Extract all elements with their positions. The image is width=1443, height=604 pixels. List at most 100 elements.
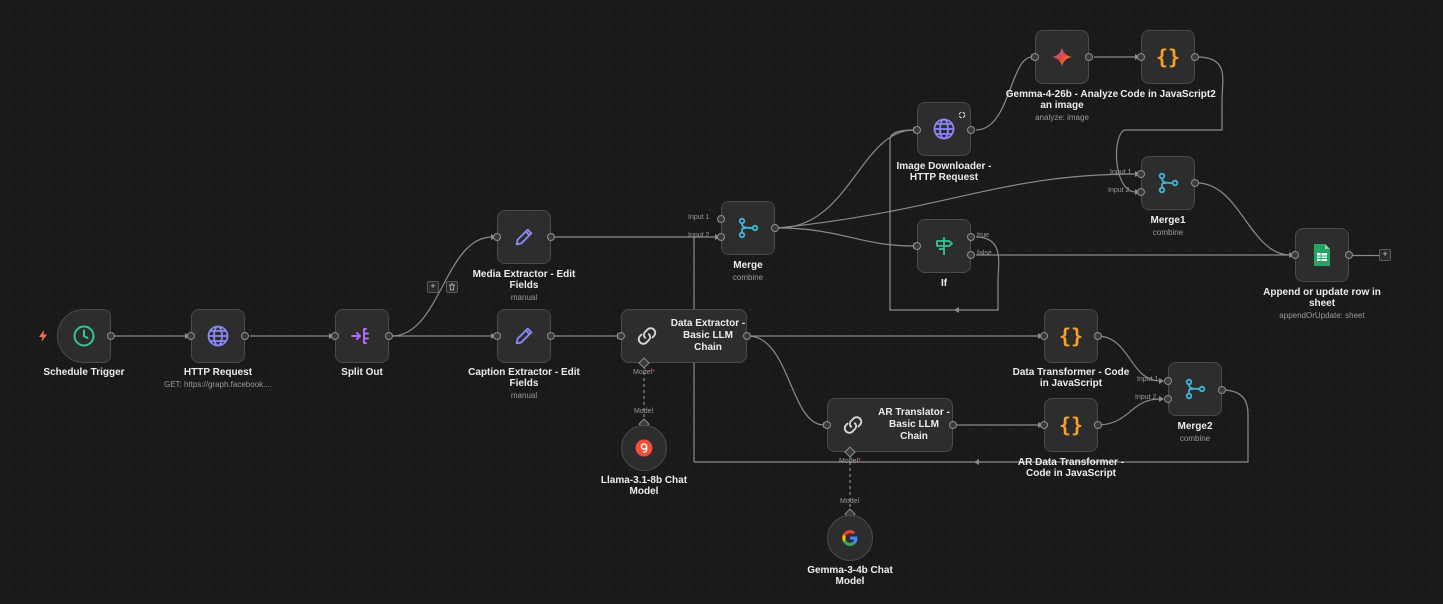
image-downloader-node[interactable] [917,102,971,156]
merge2-label: Merge2 [1177,421,1213,432]
ar-data-transformer-input[interactable] [1040,421,1048,429]
data-extractor-node[interactable]: Data Extractor - Basic LLM Chain [621,309,747,363]
merge1-node[interactable] [1141,156,1195,210]
http-request-input[interactable] [187,332,195,340]
media-extractor-input[interactable] [493,233,501,241]
ar-translator-node[interactable]: AR Translator - Basic LLM Chain [827,398,953,452]
caption-extractor-input[interactable] [493,332,501,340]
link-icon [634,323,660,349]
media-extractor-output[interactable] [547,233,555,241]
if-node[interactable] [917,219,971,273]
image-downloader-output[interactable] [967,126,975,134]
ar-translator-input[interactable] [823,421,831,429]
append-sheet-input[interactable] [1291,251,1299,259]
data-transformer-output[interactable] [1094,332,1102,340]
merge-input-2[interactable] [717,233,725,241]
gemma-analyze-input[interactable] [1031,53,1039,61]
if-output-true[interactable] [967,233,975,241]
gemma-analyze-sub: analyze: image [1035,113,1089,122]
trash-icon [449,283,455,291]
if-output-false[interactable] [967,251,975,259]
gemma-chat-model-label: Model [840,498,860,505]
append-sheet-node[interactable] [1295,228,1349,282]
data-transformer-label: Data Transformer - Code in JavaScript [1012,367,1130,389]
llama-model-label: Model [634,408,654,415]
merge2-output[interactable] [1218,386,1226,394]
gemma-analyze-label: Gemma-4-26b - Analyze an image [1005,89,1119,111]
merge2-input-2[interactable] [1164,395,1172,403]
merge-input-1[interactable] [717,215,725,223]
code-js2-input[interactable] [1137,53,1145,61]
trigger-bolt-icon [38,329,48,347]
braces-icon: {} [1058,413,1084,437]
merge2-node[interactable] [1168,362,1222,416]
merge1-input-2[interactable] [1137,188,1145,196]
merge-node[interactable] [721,201,775,255]
code-js2-node[interactable]: {} [1141,30,1195,84]
if-true-label: true [977,232,990,239]
data-transformer-input[interactable] [1040,332,1048,340]
llama-node[interactable] [621,425,667,471]
data-transformer-node[interactable]: {} [1044,309,1098,363]
gemini-icon [1049,44,1075,70]
schedule-trigger-output[interactable] [107,332,115,340]
delete-connection-button[interactable] [446,281,458,293]
code-js2-output[interactable] [1191,53,1199,61]
add-node-button[interactable]: + [427,281,439,293]
llama-label: Llama-3.1-8b Chat Model [600,475,688,497]
caption-extractor-output[interactable] [547,332,555,340]
merge1-label: Merge1 [1150,215,1186,226]
add-node-end-button[interactable]: + [1379,249,1391,261]
split-out-label: Split Out [341,367,383,378]
merge2-sub: combine [1179,434,1211,443]
split-out-output[interactable] [385,332,393,340]
merge-input-1-label: Input 1 [688,214,710,221]
braces-icon: {} [1155,45,1181,69]
append-sheet-output-line [1353,254,1379,257]
data-extractor-input[interactable] [617,332,625,340]
gemma-analyze-output[interactable] [1085,53,1093,61]
sheets-icon [1309,242,1335,268]
if-input[interactable] [913,242,921,250]
ar-translator-output[interactable] [949,421,957,429]
merge1-input-1[interactable] [1137,170,1145,178]
edge-dataextractor-artranslator [747,335,825,426]
if-label: If [940,278,948,289]
ar-translator-model-label: Model [839,458,861,465]
http-request-output[interactable] [241,332,249,340]
merge1-sub: combine [1152,228,1184,237]
split-out-node[interactable] [335,309,389,363]
connections-layer [114,54,1294,514]
ar-data-transformer-node[interactable]: {} [1044,398,1098,452]
data-extractor-output[interactable] [743,332,751,340]
if-false-label: false [977,250,992,257]
merge-icon [1155,170,1181,196]
caption-extractor-label: Caption Extractor - Edit Fields [468,367,580,389]
merge2-input-2-label: Input 2 [1135,394,1157,401]
schedule-trigger-label: Schedule Trigger [43,367,125,378]
media-extractor-sub: manual [510,293,538,302]
gemma-analyze-node[interactable] [1035,30,1089,84]
image-downloader-input[interactable] [913,126,921,134]
caption-extractor-node[interactable] [497,309,551,363]
image-downloader-label: Image Downloader - HTTP Request [896,161,992,183]
gemma-chat-node[interactable] [827,515,873,561]
split-out-input[interactable] [331,332,339,340]
append-sheet-output[interactable] [1345,251,1353,259]
merge-label: Merge [733,260,763,271]
merge1-output[interactable] [1191,179,1199,187]
merge-input-2-label: Input 2 [688,232,710,239]
groq-icon [631,435,657,461]
signpost-icon [931,233,957,259]
ar-data-transformer-output[interactable] [1094,421,1102,429]
http-request-node[interactable] [191,309,245,363]
merge2-input-1-label: Input 1 [1137,376,1159,383]
schedule-trigger-node[interactable] [57,309,111,363]
http-request-label: HTTP Request [183,367,253,378]
media-extractor-node[interactable] [497,210,551,264]
merge-output[interactable] [771,224,779,232]
code-js2-label: Code in JavaScript2 [1120,89,1216,100]
edge-merge-if [777,227,915,247]
ar-data-transformer-label: AR Data Transformer - Code in JavaScript [1017,457,1125,479]
merge2-input-1[interactable] [1164,377,1172,385]
